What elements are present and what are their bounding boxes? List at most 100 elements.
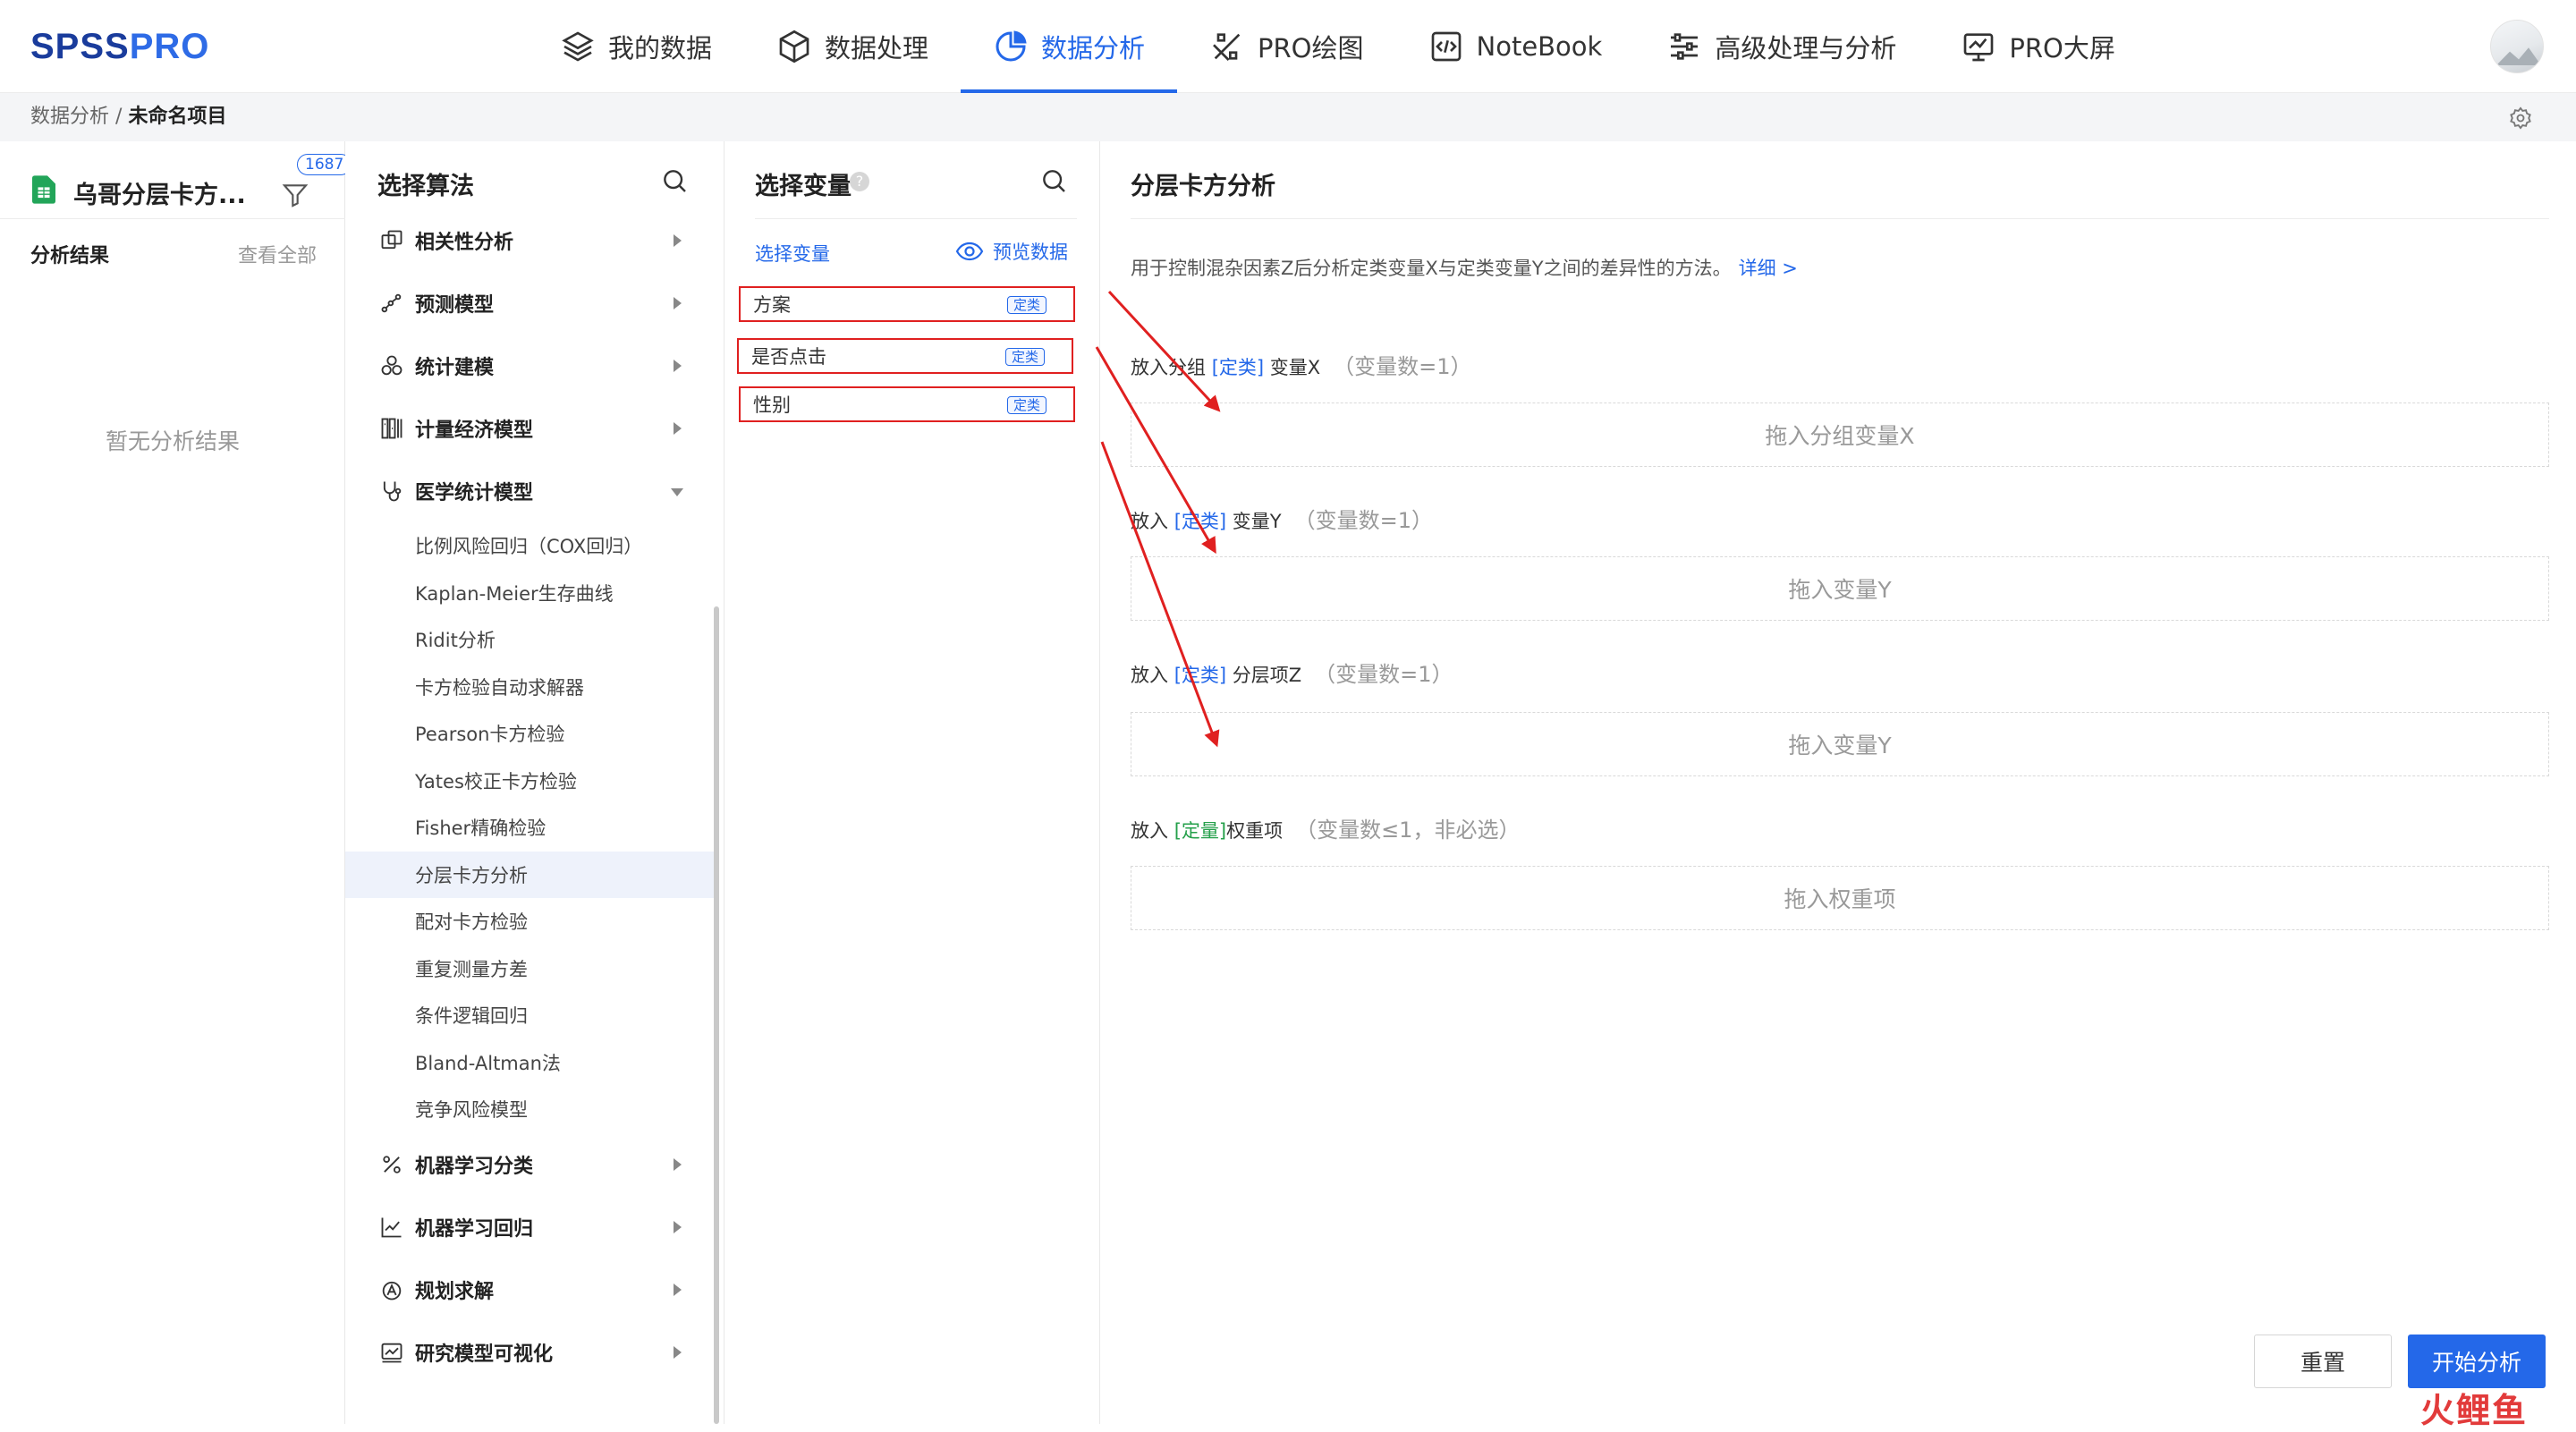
category-ml-classification[interactable]: 机器学习分类 (345, 1133, 714, 1196)
medical-subitems: 比例风险回归（COX回归） Kaplan-Meier生存曲线 Ridit分析 卡方检验… (345, 522, 714, 1133)
view-all-link[interactable]: 查看全部 (238, 240, 317, 268)
algorithm-item[interactable]: 卡方检验自动求解器 (345, 664, 714, 711)
algorithm-item[interactable]: 重复测量方差 (345, 945, 714, 993)
code-icon (1431, 31, 1461, 62)
main-nav: 我的数据 数据处理 数据分析 PRO绘图 NoteBook 高级处理与分析 PR… (528, 0, 2148, 93)
help-icon[interactable]: ? (850, 172, 869, 191)
slot-type: [定类] (1174, 511, 1227, 532)
search-icon[interactable] (1039, 166, 1068, 195)
search-icon[interactable] (660, 166, 689, 195)
category-label: 相关性分析 (415, 232, 514, 254)
correlation-icon (381, 230, 402, 250)
algorithm-item[interactable]: 配对卡方检验 (345, 898, 714, 945)
variable-item[interactable]: 性别 定类 (739, 386, 1075, 422)
dropzone-strata-z[interactable]: 拖入变量Y (1131, 712, 2549, 776)
eye-icon (955, 241, 984, 261)
nav-pro-dashboard[interactable]: PRO大屏 (1928, 0, 2147, 93)
start-analysis-button[interactable]: 开始分析 (2408, 1335, 2546, 1388)
variable-name: 性别 (753, 394, 791, 416)
category-planning[interactable]: 规划求解 (345, 1258, 714, 1321)
slot-count: （变量数=1） (1314, 662, 1453, 687)
variable-item[interactable]: 方案 定类 (739, 286, 1075, 322)
algorithm-item[interactable]: Ridit分析 (345, 616, 714, 664)
slot-label-z: 放入 [定类] 分层项Z （变量数=1） (1131, 657, 1453, 688)
algorithm-item[interactable]: Bland-Altman法 (345, 1039, 714, 1087)
reset-button[interactable]: 重置 (2254, 1335, 2392, 1388)
algorithm-item[interactable]: Yates校正卡方检验 (345, 758, 714, 805)
breadcrumb-parent[interactable]: 数据分析 (30, 106, 109, 128)
nav-label: 我的数据 (608, 33, 713, 64)
chevron-right-icon (674, 422, 682, 435)
algorithm-item[interactable]: 竞争风险模型 (345, 1086, 714, 1133)
nav-pro-drawing[interactable]: PRO绘图 (1177, 0, 1395, 93)
variable-type-tag: 定类 (1006, 396, 1046, 414)
breadcrumb-bar: 数据分析 / 未命名项目 (0, 93, 2576, 141)
pen-tool-icon (1213, 33, 1241, 61)
spsspro-logo[interactable]: SPSSPRO (30, 25, 209, 68)
nav-advanced[interactable]: 高级处理与分析 (1634, 0, 1928, 93)
nav-label: 数据分析 (1041, 33, 1146, 64)
filter-icon[interactable] (281, 181, 309, 209)
category-econometric[interactable]: 计量经济模型 (345, 397, 714, 460)
divider (1131, 218, 2549, 219)
econometric-icon (381, 418, 402, 439)
stethoscope-icon (383, 481, 402, 502)
breadcrumb: 数据分析 / 未命名项目 (30, 106, 226, 129)
nav-notebook[interactable]: NoteBook (1396, 0, 1635, 93)
algorithm-item[interactable]: Fisher精确检验 (345, 804, 714, 852)
algorithm-item[interactable]: Kaplan-Meier生存曲线 (345, 570, 714, 617)
category-prediction[interactable]: 预测模型 (345, 272, 714, 335)
category-medical[interactable]: 医学统计模型 (345, 460, 714, 522)
category-stat-modeling[interactable]: 统计建模 (345, 335, 714, 397)
slot-var: 权重项 (1226, 820, 1284, 842)
category-label: 机器学习回归 (415, 1217, 534, 1241)
detail-link[interactable]: 详细 > (1739, 258, 1798, 279)
nav-data-analysis[interactable]: 数据分析 (961, 0, 1178, 93)
dropzone-group-x[interactable]: 拖入分组变量X (1131, 402, 2549, 467)
slot-prefix: 放入 (1131, 820, 1174, 842)
slot-count: （变量数≤1，非必选） (1295, 818, 1521, 843)
description-text: 用于控制混杂因素Z后分析定类变量X与定类变量Y之间的差异性的方法。 (1131, 258, 1732, 279)
variable-item[interactable]: 是否点击 定类 (737, 338, 1073, 374)
algorithm-item[interactable]: 分层卡方分析 (345, 851, 714, 898)
algorithm-item[interactable]: Pearson卡方检验 (345, 710, 714, 758)
variable-type-tag: 定类 (1006, 296, 1046, 314)
pie-chart-icon (996, 30, 1027, 62)
empty-results-text: 暂无分析结果 (105, 428, 240, 454)
category-model-visualization[interactable]: 研究模型可视化 (345, 1321, 714, 1384)
monitor-chart-icon (1964, 33, 1994, 62)
variable-name: 方案 (753, 294, 791, 316)
algorithm-item[interactable]: 比例风险回归（COX回归） (345, 522, 714, 570)
chevron-right-icon (674, 1220, 682, 1233)
slot-count: （变量数=1） (1333, 354, 1472, 379)
category-label: 预测模型 (415, 294, 495, 317)
planning-icon (382, 1281, 402, 1300)
dropzone-variable-y[interactable]: 拖入变量Y (1131, 556, 2549, 621)
select-variables-link[interactable]: 选择变量 (755, 240, 830, 267)
nav-data-processing[interactable]: 数据处理 (744, 0, 961, 93)
category-correlation[interactable]: 相关性分析 (345, 209, 714, 272)
breadcrumb-current: 未命名项目 (128, 106, 227, 128)
chevron-right-icon (674, 360, 682, 372)
dropzone-weight[interactable]: 拖入权重项 (1131, 866, 2549, 930)
nav-label: 数据处理 (825, 33, 929, 64)
category-ml-regression[interactable]: 机器学习回归 (345, 1196, 714, 1258)
logo-part-1: SPSS (30, 27, 130, 66)
data-file-name: 乌哥分层卡方... (73, 182, 246, 209)
user-avatar[interactable] (2490, 20, 2544, 73)
layers-icon (562, 31, 594, 62)
algorithm-pane: 选择算法 相关性分析 预测模型 统计建模 计量经济模型 医学统计模型 比例风险回 (345, 141, 724, 1424)
slot-prefix: 放入分组 (1131, 357, 1212, 378)
settings-gear-icon[interactable] (2508, 106, 2533, 131)
nav-label: NoteBook (1476, 31, 1603, 62)
variable-type-tag: 定类 (1004, 348, 1045, 366)
line-chart-icon (381, 1217, 402, 1237)
slot-prefix: 放入 (1131, 511, 1174, 532)
slot-var: 变量X (1264, 357, 1321, 378)
algorithm-item[interactable]: 条件逻辑回归 (345, 992, 714, 1039)
preview-data-button[interactable]: 预览数据 (955, 238, 1068, 265)
percent-icon (383, 1155, 401, 1174)
algorithm-scrollbar[interactable] (714, 606, 719, 1424)
nav-my-data[interactable]: 我的数据 (528, 0, 744, 93)
chevron-right-icon (674, 1345, 682, 1359)
